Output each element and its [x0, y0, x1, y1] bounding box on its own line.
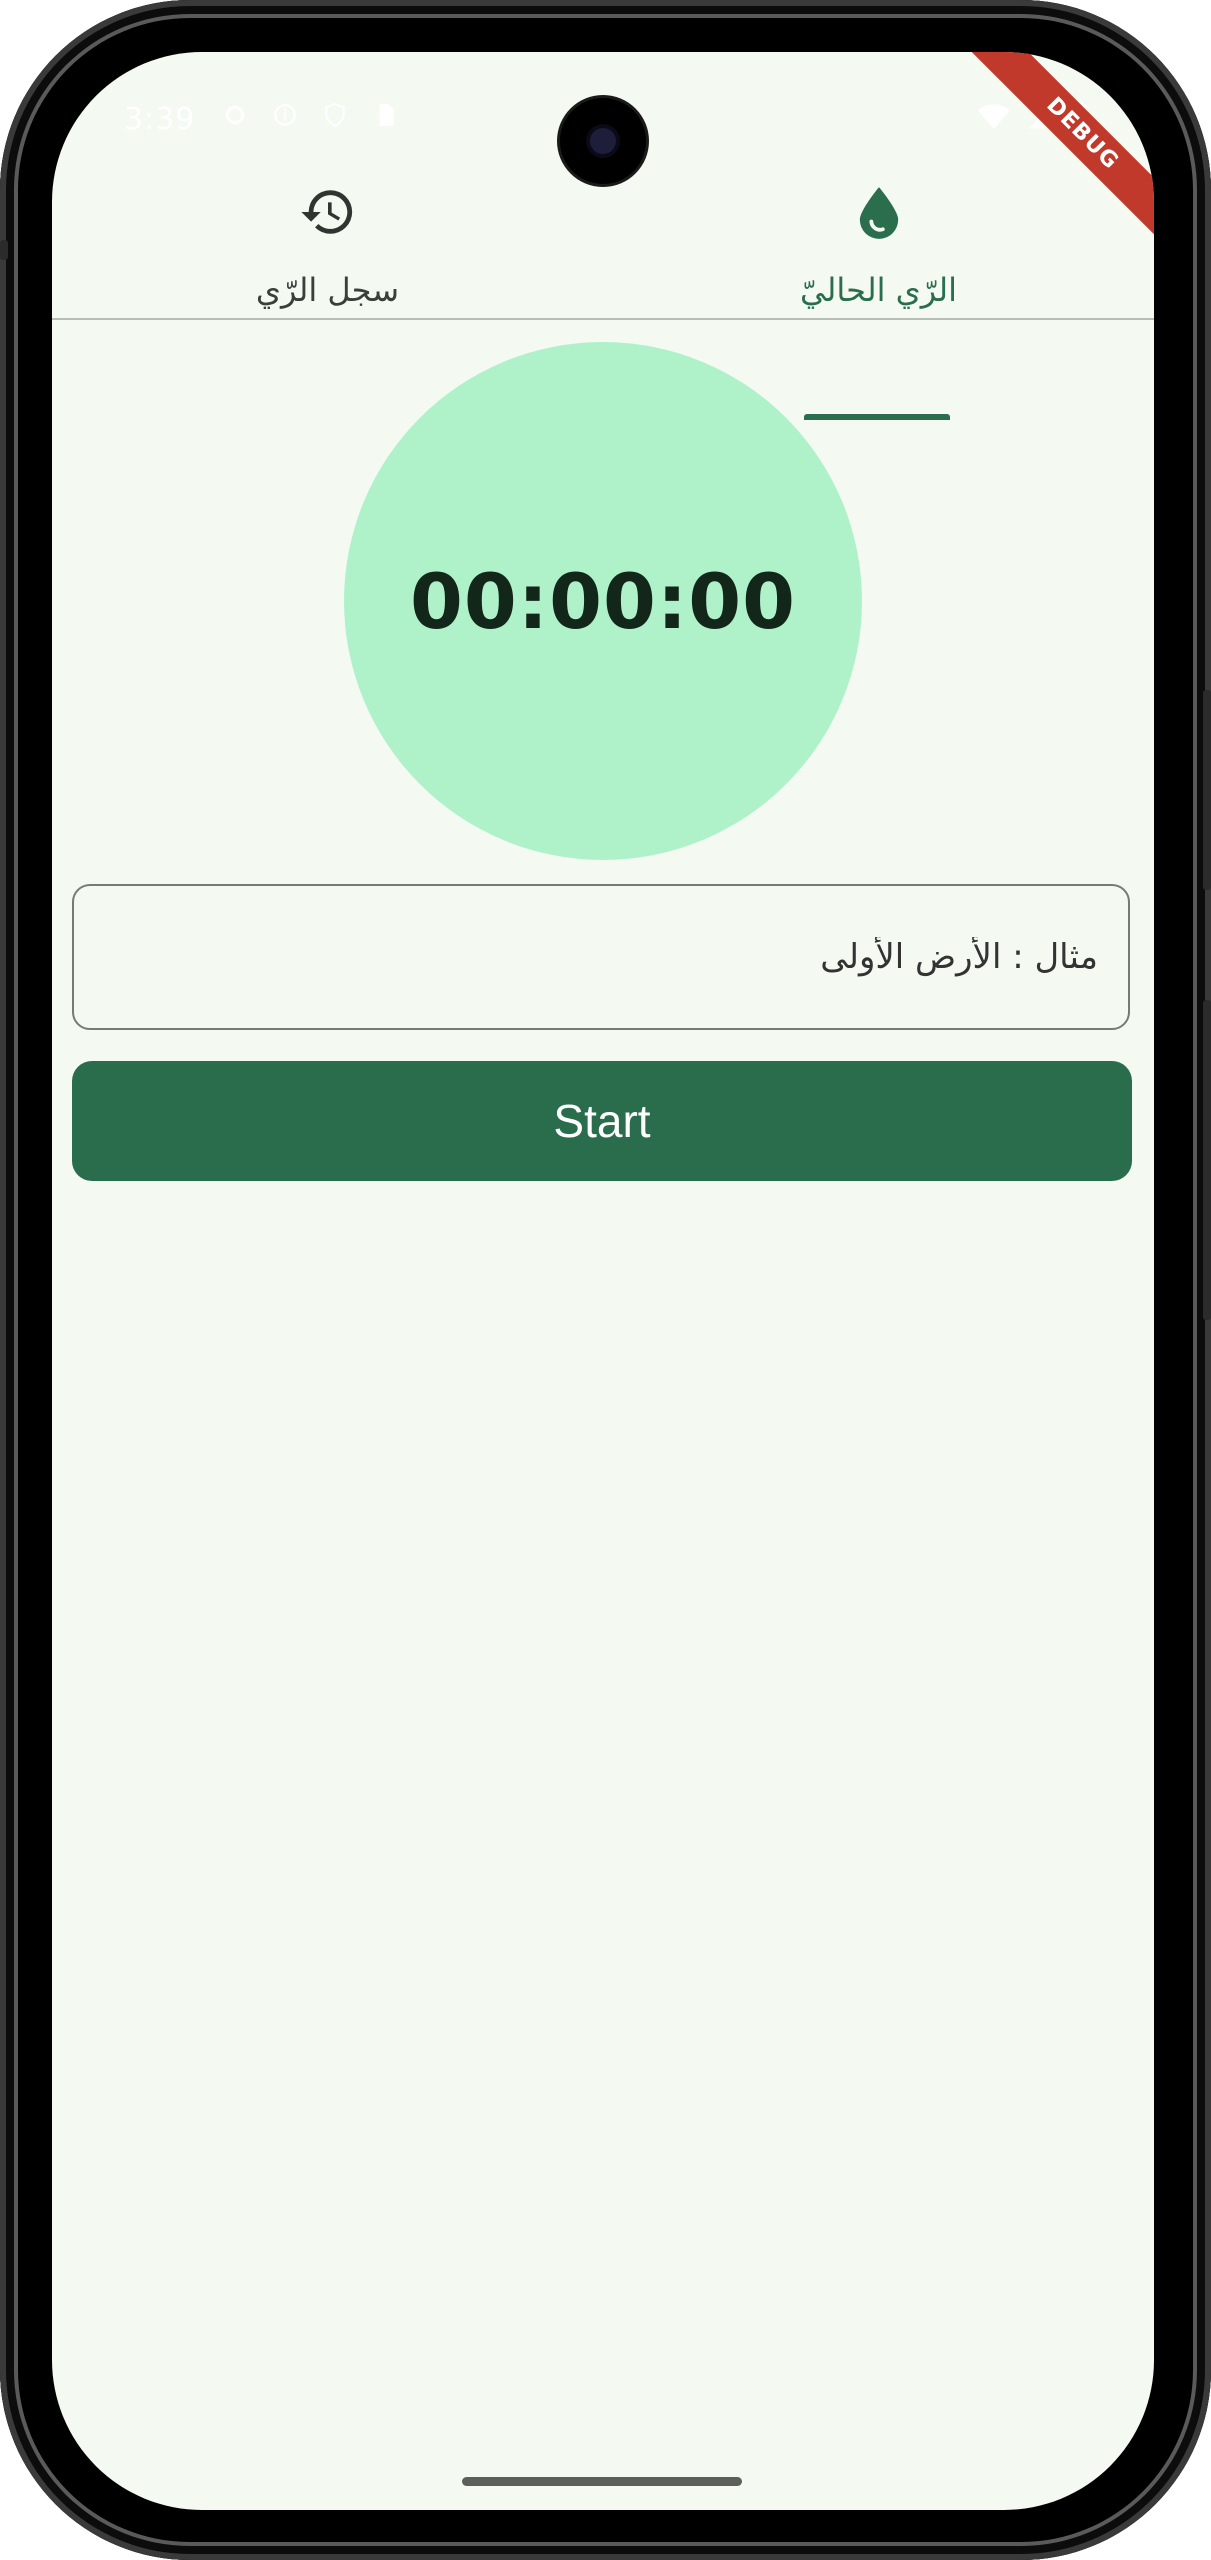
tab-current-irrigation[interactable]: الرّي الحاليّ — [603, 152, 1154, 318]
power-button — [1203, 690, 1211, 890]
selected-tab-indicator — [804, 414, 950, 420]
tab-label: سجل الرّي — [255, 271, 400, 309]
volume-button — [1203, 1000, 1211, 1320]
tab-irrigation-history[interactable]: سجل الرّي — [52, 152, 603, 318]
sim-status-icon — [379, 104, 394, 126]
info-status-icon — [274, 104, 296, 126]
frame-notch — [0, 240, 8, 260]
start-button[interactable]: Start — [72, 1061, 1132, 1181]
gear-status-icon — [225, 105, 245, 125]
status-notification-icons — [222, 102, 398, 128]
tab-bar: سجل الرّي الرّي الحاليّ — [52, 152, 1154, 420]
water-drop-icon — [856, 185, 902, 243]
land-name-input[interactable] — [72, 884, 1130, 1030]
home-indicator[interactable] — [462, 2477, 742, 2486]
timer-circle: 00:00:00 — [344, 342, 862, 860]
timer-display: 00:00:00 — [409, 556, 797, 646]
shield-status-icon — [325, 103, 345, 128]
status-time: 3:39 — [124, 102, 196, 137]
tab-label: الرّي الحاليّ — [800, 271, 957, 309]
phone-frame: 3:39 DEBUG سجل الرّي الرّي الحاليّ 00:00… — [0, 0, 1211, 2560]
history-icon — [299, 183, 357, 245]
screen: 3:39 DEBUG سجل الرّي الرّي الحاليّ 00:00… — [52, 52, 1154, 2510]
wifi-icon — [978, 104, 1010, 129]
